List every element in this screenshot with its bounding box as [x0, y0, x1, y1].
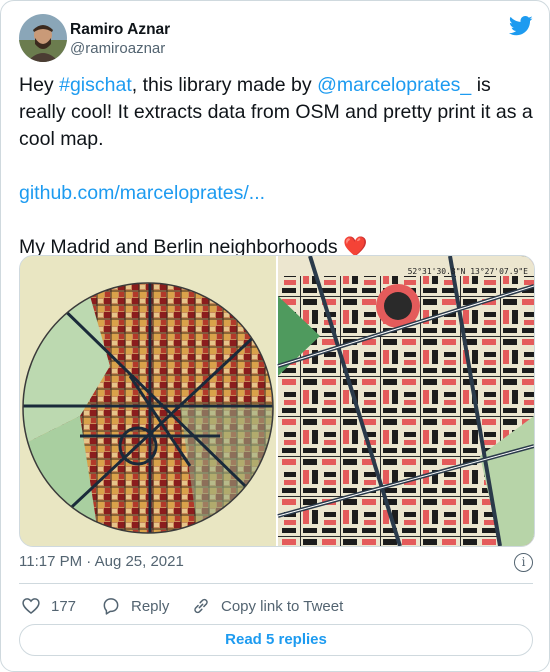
avatar[interactable]: [19, 14, 67, 62]
text-mid: , this library made by: [131, 74, 318, 96]
tweet-card: Ramiro Aznar @ramiroaznar Hey #gischat, …: [0, 0, 550, 672]
tweet-actions: 177 Reply Copy link to Tweet: [19, 594, 533, 618]
text-prefix: Hey: [19, 74, 60, 96]
reply-label: Reply: [131, 597, 170, 615]
read-replies-button[interactable]: Read 5 replies: [19, 624, 533, 656]
author-handle[interactable]: @ramiroaznar: [70, 40, 165, 57]
tweet-header: Ramiro Aznar @ramiroaznar: [19, 14, 533, 64]
copy-link-label: Copy link to Tweet: [221, 597, 344, 615]
tweet-paragraph: Hey #gischat, this library made by @marc…: [19, 72, 535, 153]
berlin-map: [277, 256, 534, 546]
mention-link[interactable]: @marceloprates_: [317, 74, 471, 96]
hashtag-link[interactable]: #gischat: [59, 74, 132, 96]
github-link[interactable]: github.com/marceloprates/...: [19, 182, 265, 204]
twitter-bird-icon[interactable]: [508, 16, 533, 36]
info-icon[interactable]: i: [514, 553, 533, 572]
divider: [19, 583, 533, 584]
tweet-meta: 11:17 PM · Aug 25, 2021 i: [19, 553, 533, 575]
coords-label: 52°31'30.8"N 13°27'07.9"E: [408, 267, 529, 276]
reply-button[interactable]: Reply: [101, 594, 169, 618]
copy-link-button[interactable]: Copy link to Tweet: [191, 594, 343, 618]
tweet-body: Hey #gischat, this library made by @marc…: [19, 72, 535, 261]
like-button[interactable]: 177: [21, 594, 76, 618]
timestamp[interactable]: 11:17 PM · Aug 25, 2021: [19, 553, 184, 570]
reply-icon: [103, 598, 119, 615]
tweet-media[interactable]: 52°31'30.8"N 13°27'07.9"E: [19, 255, 535, 547]
author-name[interactable]: Ramiro Aznar: [70, 21, 170, 39]
heart-icon: [22, 598, 40, 615]
like-count: 177: [51, 597, 77, 615]
copy-link-icon: [194, 598, 208, 614]
